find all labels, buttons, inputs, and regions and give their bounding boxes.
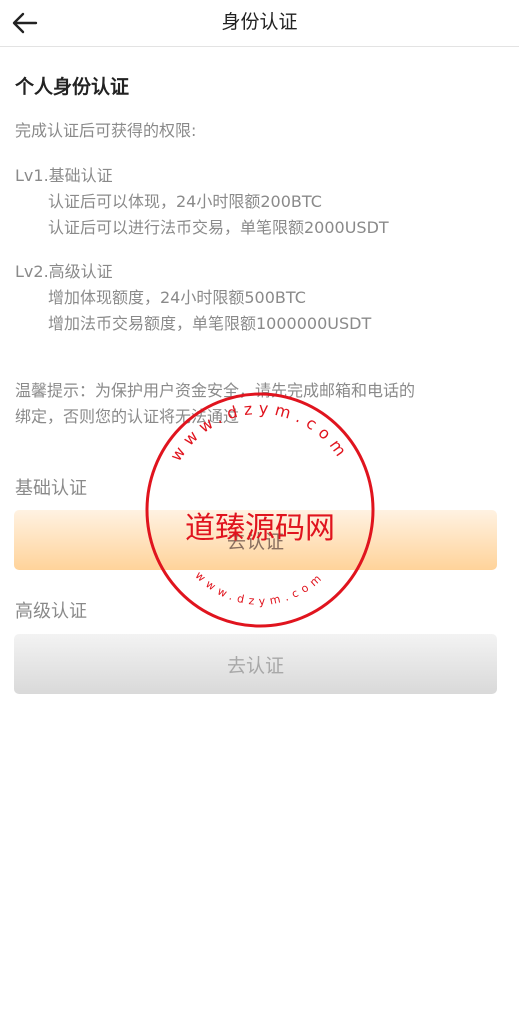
tip-text-line1: 温馨提示：为保护用户资金安全，请先完成邮箱和电话的 bbox=[15, 381, 416, 400]
advanced-verify-button[interactable]: 去认证 bbox=[14, 634, 497, 694]
top-bar: 身份认证 bbox=[0, 0, 519, 47]
tip-text-line2: 绑定，否则您的认证将无法通过 bbox=[15, 407, 240, 426]
section-title: 个人身份认证 bbox=[15, 76, 130, 98]
level2-item: 增加法币交易额度，单笔限额1000000USDT bbox=[48, 314, 372, 333]
intro-text: 完成认证后可获得的权限: bbox=[15, 121, 197, 140]
level2-title: Lv2.高级认证 bbox=[15, 262, 113, 281]
advanced-auth-label: 高级认证 bbox=[15, 601, 87, 622]
level1-item: 认证后可以体现，24小时限额200BTC bbox=[48, 192, 322, 211]
basic-verify-button[interactable]: 去认证 bbox=[14, 510, 497, 570]
level2-item: 增加体现额度，24小时限额500BTC bbox=[48, 288, 306, 307]
watermark-ring-bottom: www.dzym.com bbox=[193, 569, 323, 608]
page-title: 身份认证 bbox=[221, 11, 298, 33]
basic-auth-label: 基础认证 bbox=[15, 478, 87, 499]
svg-text:www.dzym.com: www.dzym.com bbox=[193, 569, 328, 608]
level1-item: 认证后可以进行法币交易，单笔限额2000USDT bbox=[48, 218, 389, 237]
level1-title: Lv1.基础认证 bbox=[15, 166, 113, 185]
